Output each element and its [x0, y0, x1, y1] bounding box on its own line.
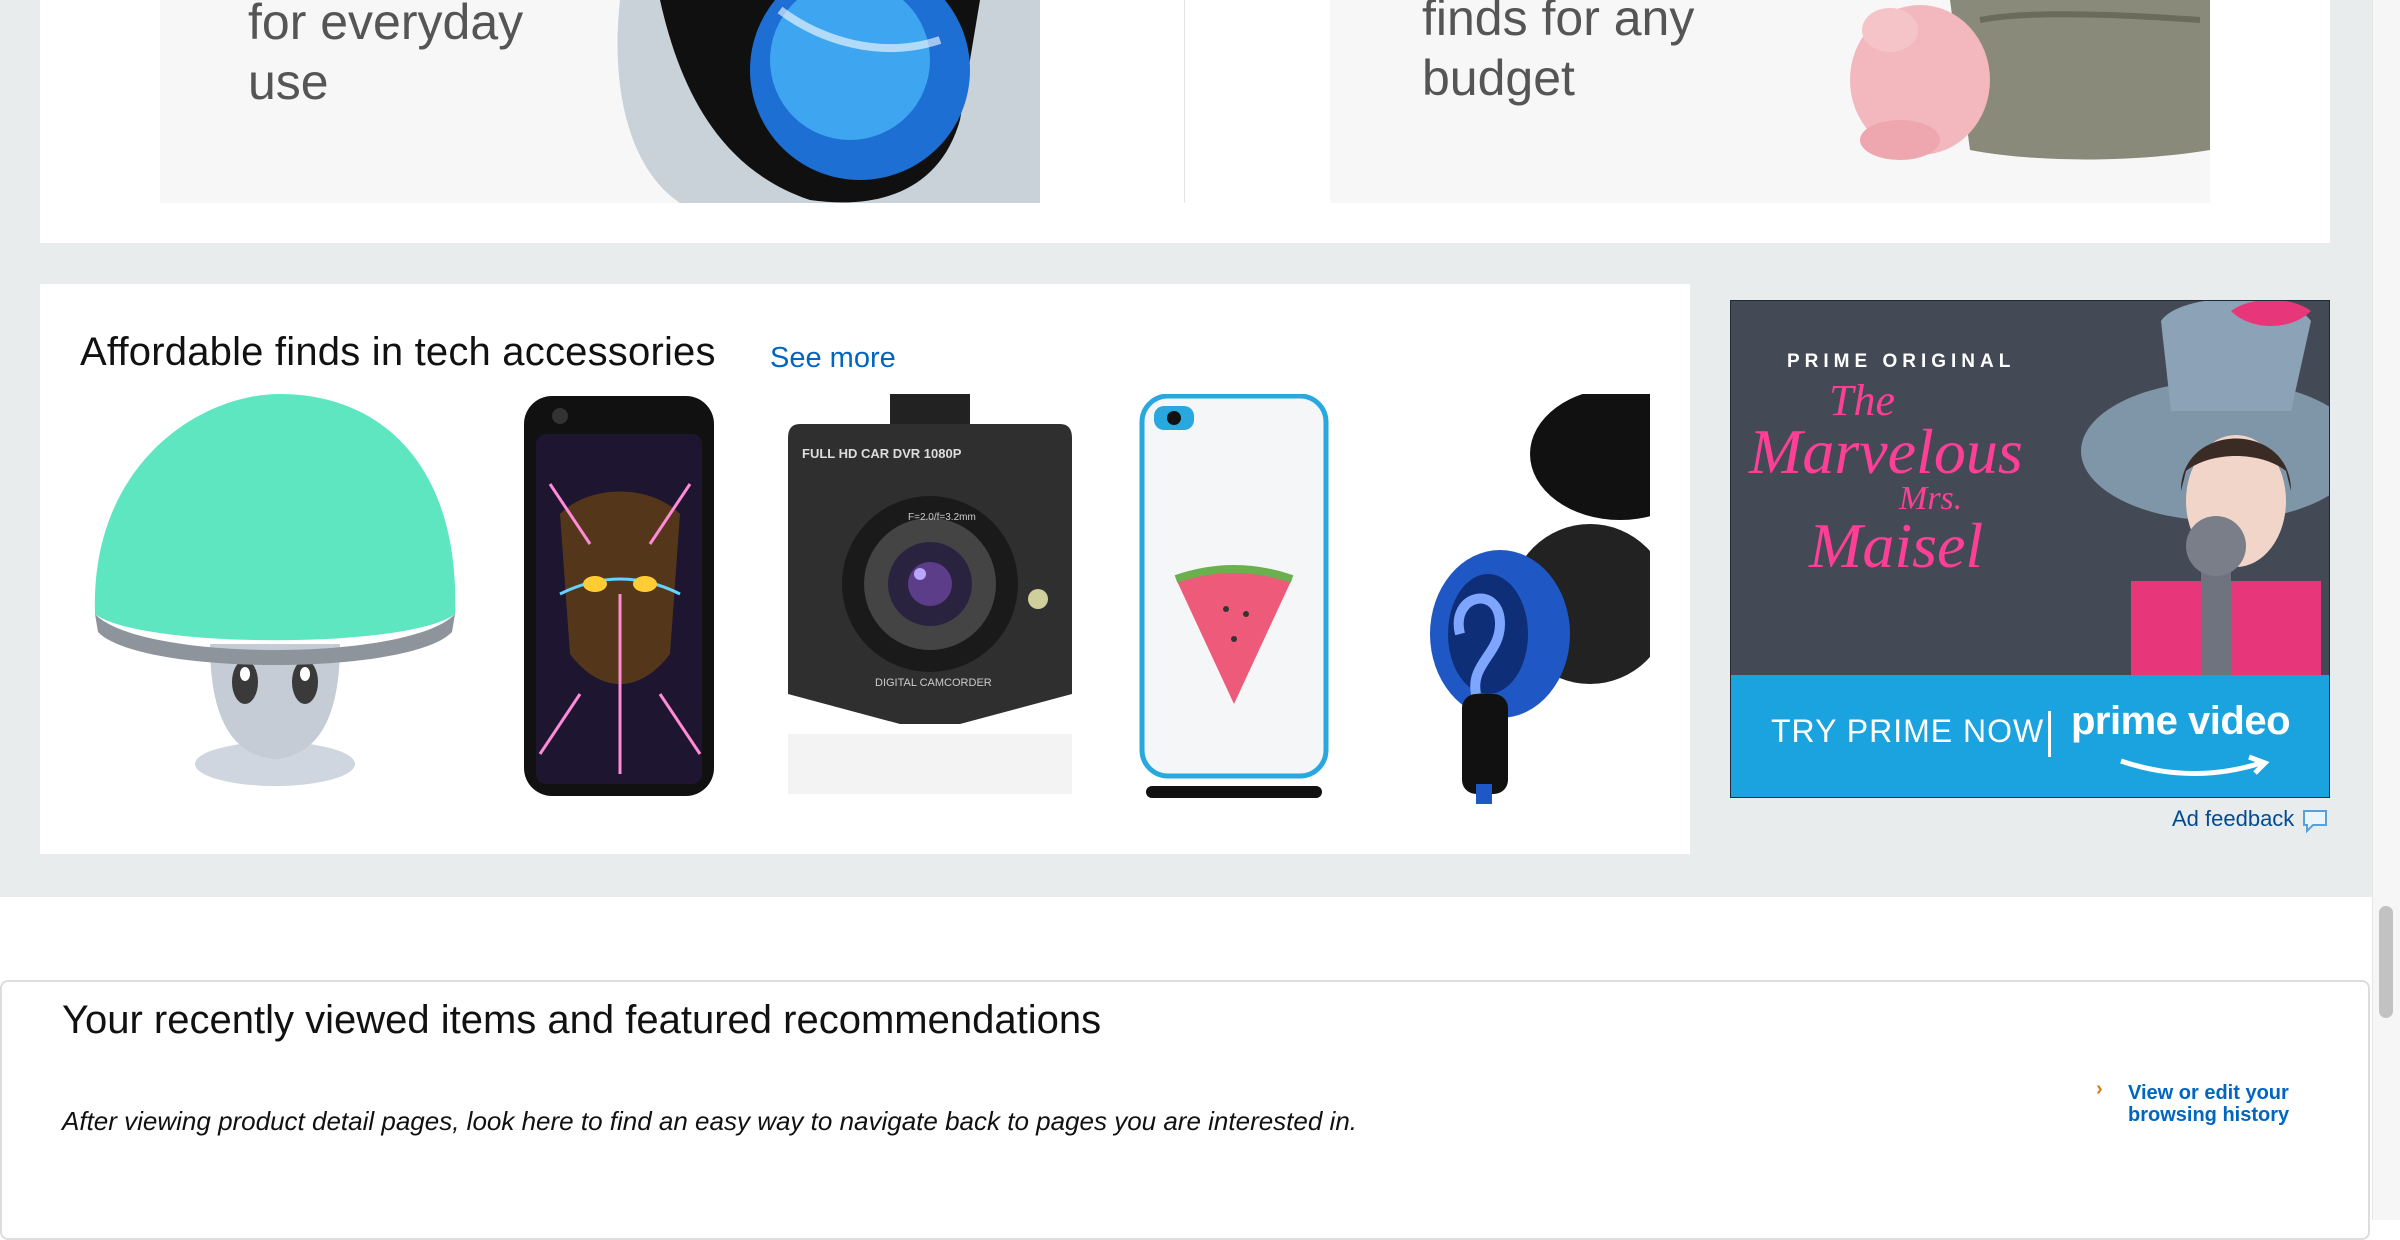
ad-cta-bar[interactable]: TRY PRIME NOW prime video	[1731, 675, 2329, 797]
recently-viewed-section: Your recently viewed items and featured …	[0, 980, 2370, 1240]
home-decor-promo-tile[interactable]: finds for any budget	[1330, 0, 2210, 203]
tech-accessories-card: Affordable finds in tech accessories See…	[40, 284, 1690, 854]
ad-title-line2: Marvelous	[1749, 416, 2023, 487]
ad-show-title: The Marvelous Mrs. Maisel	[1749, 376, 2023, 581]
car-dvr-image: FULL HD CAR DVR 1080P DIGITAL CAMCORDER …	[788, 394, 1072, 794]
recently-viewed-title: Your recently viewed items and featured …	[62, 998, 1102, 1042]
watermelon-case-image	[1139, 394, 1329, 798]
vertical-scrollbar[interactable]	[2372, 0, 2400, 1220]
ad-title-line4: Maisel	[1809, 510, 1984, 581]
see-more-link[interactable]: See more	[770, 342, 896, 375]
prime-video-logo: prime video	[2071, 699, 2291, 743]
sunglasses-image	[617, 0, 1040, 203]
cat-phone-case-image	[524, 396, 714, 796]
try-prime-now-text: TRY PRIME NOW	[1771, 713, 2045, 749]
mushroom-speaker-image	[94, 394, 456, 786]
product-mushroom-speaker[interactable]	[80, 394, 470, 804]
scrollbar-thumb[interactable]	[2379, 906, 2393, 1018]
ad-eyebrow: PRIME ORIGINAL	[1787, 351, 2016, 372]
prime-video-ad[interactable]: PRIME ORIGINAL The Marvelous Mrs. Maisel…	[1730, 300, 2330, 798]
recently-viewed-description: After viewing product detail pages, look…	[62, 1106, 1358, 1136]
ad-feedback-link[interactable]: Ad feedback	[2172, 806, 2294, 832]
card-divider	[1184, 0, 1185, 203]
ad-separator	[2048, 711, 2051, 757]
smile-arrow-icon	[2120, 754, 2270, 777]
card-title: Affordable finds in tech accessories	[80, 330, 716, 374]
dvr-camcorder-text: DIGITAL CAMCORDER	[875, 677, 992, 689]
dvr-lens-spec-text: F=2.0/f=3.2mm	[908, 512, 976, 523]
top-promo-card: for everyday use finds for any budget	[40, 0, 2330, 243]
product-blue-earbuds[interactable]	[1390, 394, 1650, 804]
pig-planter-image	[1850, 0, 2210, 160]
speech-bubble-icon[interactable]	[2301, 808, 2329, 834]
product-car-dvr[interactable]: FULL HD CAR DVR 1080P DIGITAL CAMCORDER …	[780, 394, 1080, 804]
ad-title-line1: The	[1829, 376, 1895, 425]
chevron-right-icon: ›	[2096, 1078, 2103, 1100]
sunglasses-promo-tile[interactable]: for everyday use	[160, 0, 1040, 203]
dvr-label-text: FULL HD CAR DVR 1080P	[802, 446, 962, 461]
product-carousel: FULL HD CAR DVR 1080P DIGITAL CAMCORDER …	[80, 394, 1650, 804]
browsing-history-link[interactable]: View or edit your browsing history	[2128, 1082, 2298, 1126]
product-cat-phone-case[interactable]	[520, 394, 720, 804]
earbuds-image	[1430, 394, 1650, 804]
product-watermelon-phone-case[interactable]	[1136, 394, 1336, 804]
